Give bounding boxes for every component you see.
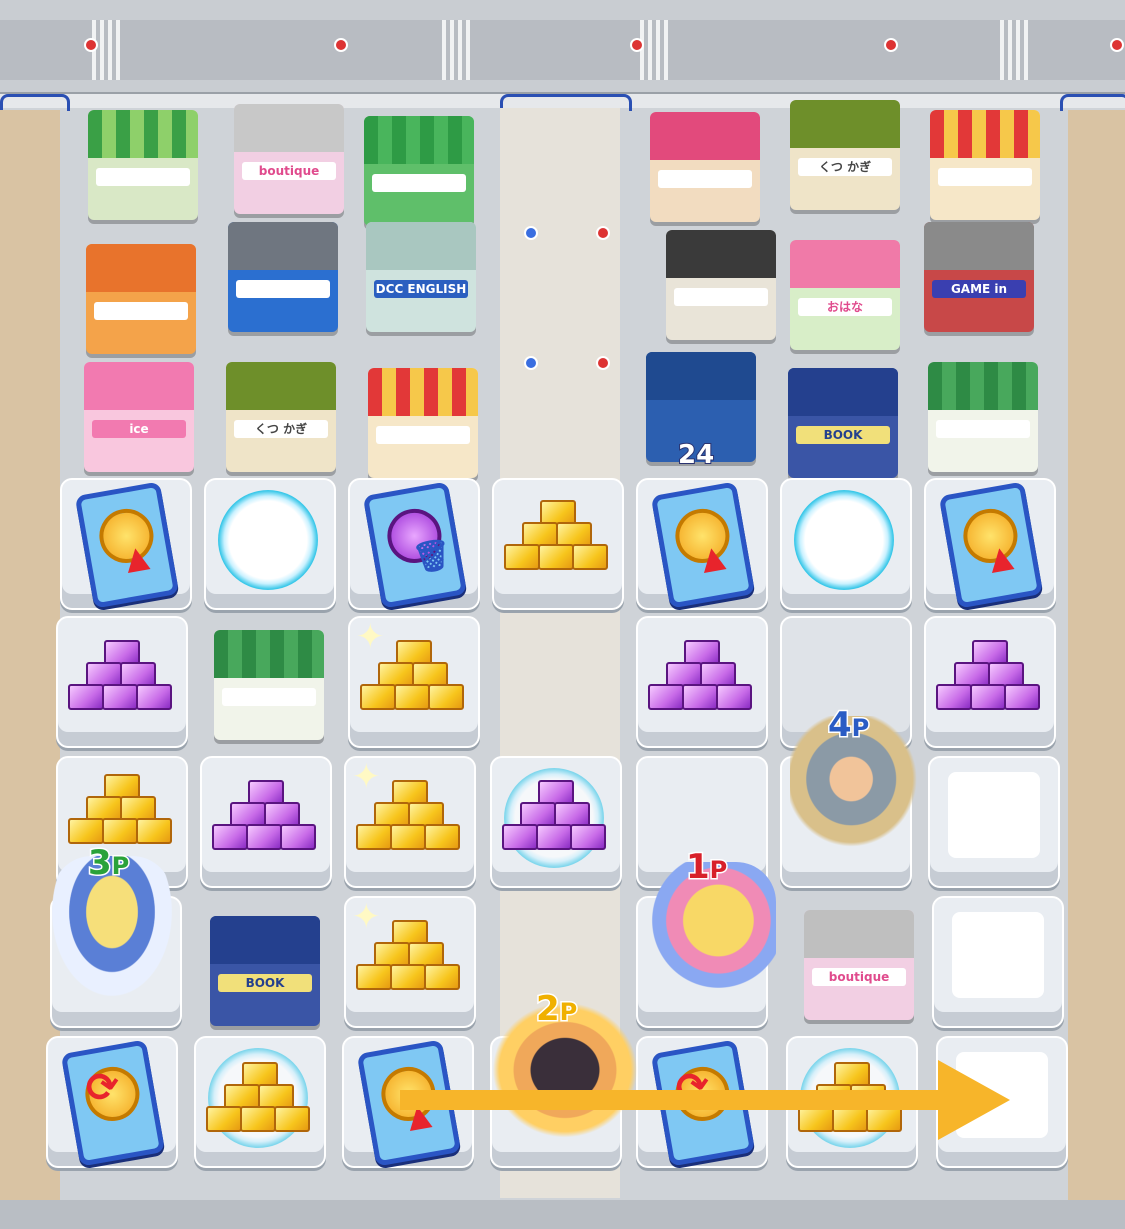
building-blue-office [228, 222, 338, 332]
arrow-head-icon [938, 1060, 1010, 1140]
player-2-badge: 2P [535, 989, 579, 1029]
board-tile[interactable]: 🗑 [348, 478, 480, 610]
crosswalk [640, 20, 668, 80]
board-tile[interactable] [924, 616, 1056, 748]
board-tile[interactable] [200, 756, 332, 888]
building-game-center: GAME in [924, 222, 1034, 332]
move-direction-arrow [400, 1090, 940, 1110]
street-arch [0, 94, 70, 111]
sparkle-icon: ✦ [352, 757, 381, 797]
coin-up-card-icon: ▲ [938, 481, 1044, 609]
building-boutique: boutique [804, 910, 914, 1020]
board-tile[interactable]: ✦ [348, 616, 480, 748]
warp-portal-icon [218, 490, 318, 590]
building-ice-cream-shop: ice [84, 362, 194, 472]
building-produce-shop [88, 110, 198, 220]
sparkle-icon: ✦ [352, 897, 381, 937]
board-tile[interactable] [932, 896, 1064, 1028]
building-green-house [214, 630, 324, 740]
street-lamp-icon [596, 226, 610, 240]
player-3-badge: 3P [87, 843, 131, 883]
street-lamp-icon [334, 38, 348, 52]
building-green-awning [364, 116, 474, 226]
building-boutique: boutique [234, 104, 344, 214]
sparkle-icon: ✦ [356, 617, 385, 657]
board-tile[interactable] [56, 616, 188, 748]
purple-bars-icon [502, 780, 606, 862]
street-lamp-icon [524, 226, 538, 240]
coin-up-card-icon: ▲ [74, 481, 180, 609]
board-tile[interactable]: ✦ [344, 756, 476, 888]
board-tile[interactable]: ⟳ [46, 1036, 178, 1168]
street-lamp-icon [1110, 38, 1124, 52]
building-crepe-shop [368, 368, 478, 478]
building-orange-shop [86, 244, 196, 354]
building-green-house [928, 362, 1038, 472]
building-shoe-key-shop: くつ かぎ [790, 100, 900, 210]
building-bookstore: BOOK [788, 368, 898, 478]
crosswalk [442, 20, 470, 80]
board-tile[interactable] [194, 1036, 326, 1168]
board-tile[interactable] [204, 478, 336, 610]
board-tile[interactable]: ▲ [924, 478, 1056, 610]
building-japanese-house [666, 230, 776, 340]
warp-portal-icon [794, 490, 894, 590]
building-flower-shop: おはな [790, 240, 900, 350]
purple-bars-icon [648, 640, 752, 722]
building-number: 24 [677, 439, 715, 471]
gold-bars-icon [206, 1062, 310, 1144]
street-lamp-icon [630, 38, 644, 52]
street-lamp-icon [596, 356, 610, 370]
board-tile[interactable] [490, 756, 622, 888]
board-tile[interactable]: ✦ [344, 896, 476, 1028]
player-1-badge: 1P [685, 847, 729, 887]
crosswalk [1000, 20, 1028, 80]
building-shoe-key-shop: くつ かぎ [226, 362, 336, 472]
gold-bars-icon [68, 774, 172, 856]
building-dcc-english: DCC ENGLISH [366, 222, 476, 332]
street-arch [1060, 94, 1125, 111]
sidewalk-right [1068, 110, 1125, 1210]
swap-card-icon: ⟳ [60, 1039, 166, 1167]
bottom-street [0, 1200, 1125, 1229]
street-lamp-icon [884, 38, 898, 52]
board-tile[interactable]: ▲ [636, 478, 768, 610]
street-lamp-icon [524, 356, 538, 370]
building-crepe-shop [930, 110, 1040, 220]
player-4-badge: 4P [827, 705, 871, 745]
purple-bars-icon [936, 640, 1040, 722]
building-bookstore: BOOK [210, 916, 320, 1026]
gold-bars-icon [504, 500, 608, 582]
crosswalk [92, 20, 120, 80]
board-tile[interactable] [780, 478, 912, 610]
coin-up-card-icon: ▲ [650, 481, 756, 609]
purple-bars-icon [68, 640, 172, 722]
board-tile[interactable] [636, 616, 768, 748]
board-tile[interactable]: ▲ [60, 478, 192, 610]
purple-coin-trash-card-icon: 🗑 [362, 481, 468, 609]
building-pink-roof [650, 112, 760, 222]
board-tile[interactable] [928, 756, 1060, 888]
board-tile[interactable] [492, 478, 624, 610]
top-street [0, 0, 1125, 100]
street-lamp-icon [84, 38, 98, 52]
purple-bars-icon [212, 780, 316, 862]
